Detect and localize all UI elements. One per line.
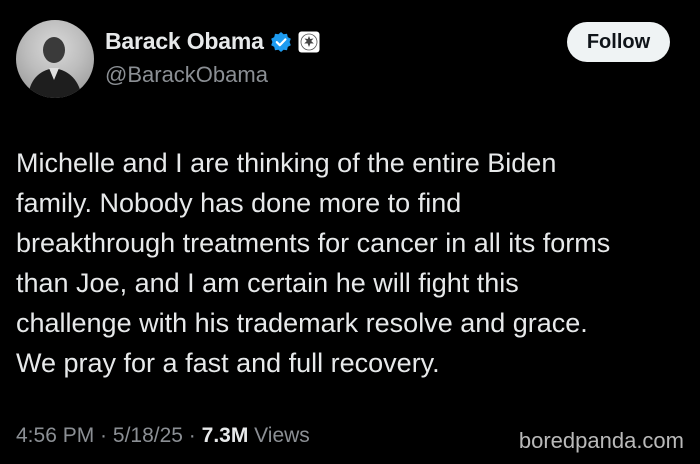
views-count[interactable]: 7.3M xyxy=(202,424,249,447)
views-label: Views xyxy=(248,424,310,447)
author-name-row: Barack Obama xyxy=(105,28,320,55)
tweet-text-line: breakthrough treatments for cancer in al… xyxy=(16,228,611,258)
tweet-text-line: than Joe, and I am certain he will fight… xyxy=(16,268,519,298)
tweet-date[interactable]: 5/18/25 xyxy=(113,424,183,447)
tweet-text-line: family. Nobody has done more to find xyxy=(16,188,462,218)
verified-badge-icon xyxy=(270,31,292,53)
government-seal-icon xyxy=(298,31,320,53)
tweet-text: Michelle and I are thinking of the entir… xyxy=(16,143,688,383)
avatar[interactable] xyxy=(16,20,94,98)
tweet-time[interactable]: 4:56 PM xyxy=(16,424,94,447)
tweet-text-line: We pray for a fast and full recovery. xyxy=(16,348,440,378)
tweet-card: Barack Obama @BarackObama Follow Michell… xyxy=(0,0,700,464)
tweet-text-line: Michelle and I are thinking of the entir… xyxy=(16,148,557,178)
meta-separator: · xyxy=(94,424,113,447)
tweet-text-line: challenge with his trademark resolve and… xyxy=(16,308,588,338)
author-handle[interactable]: @BarackObama xyxy=(105,62,268,88)
follow-button[interactable]: Follow xyxy=(567,22,670,62)
watermark: boredpanda.com xyxy=(518,428,684,453)
tweet-meta: 4:56 PM · 5/18/25 · 7.3M Views xyxy=(16,424,310,448)
meta-separator: · xyxy=(182,424,202,447)
author-display-name[interactable]: Barack Obama xyxy=(105,28,264,55)
